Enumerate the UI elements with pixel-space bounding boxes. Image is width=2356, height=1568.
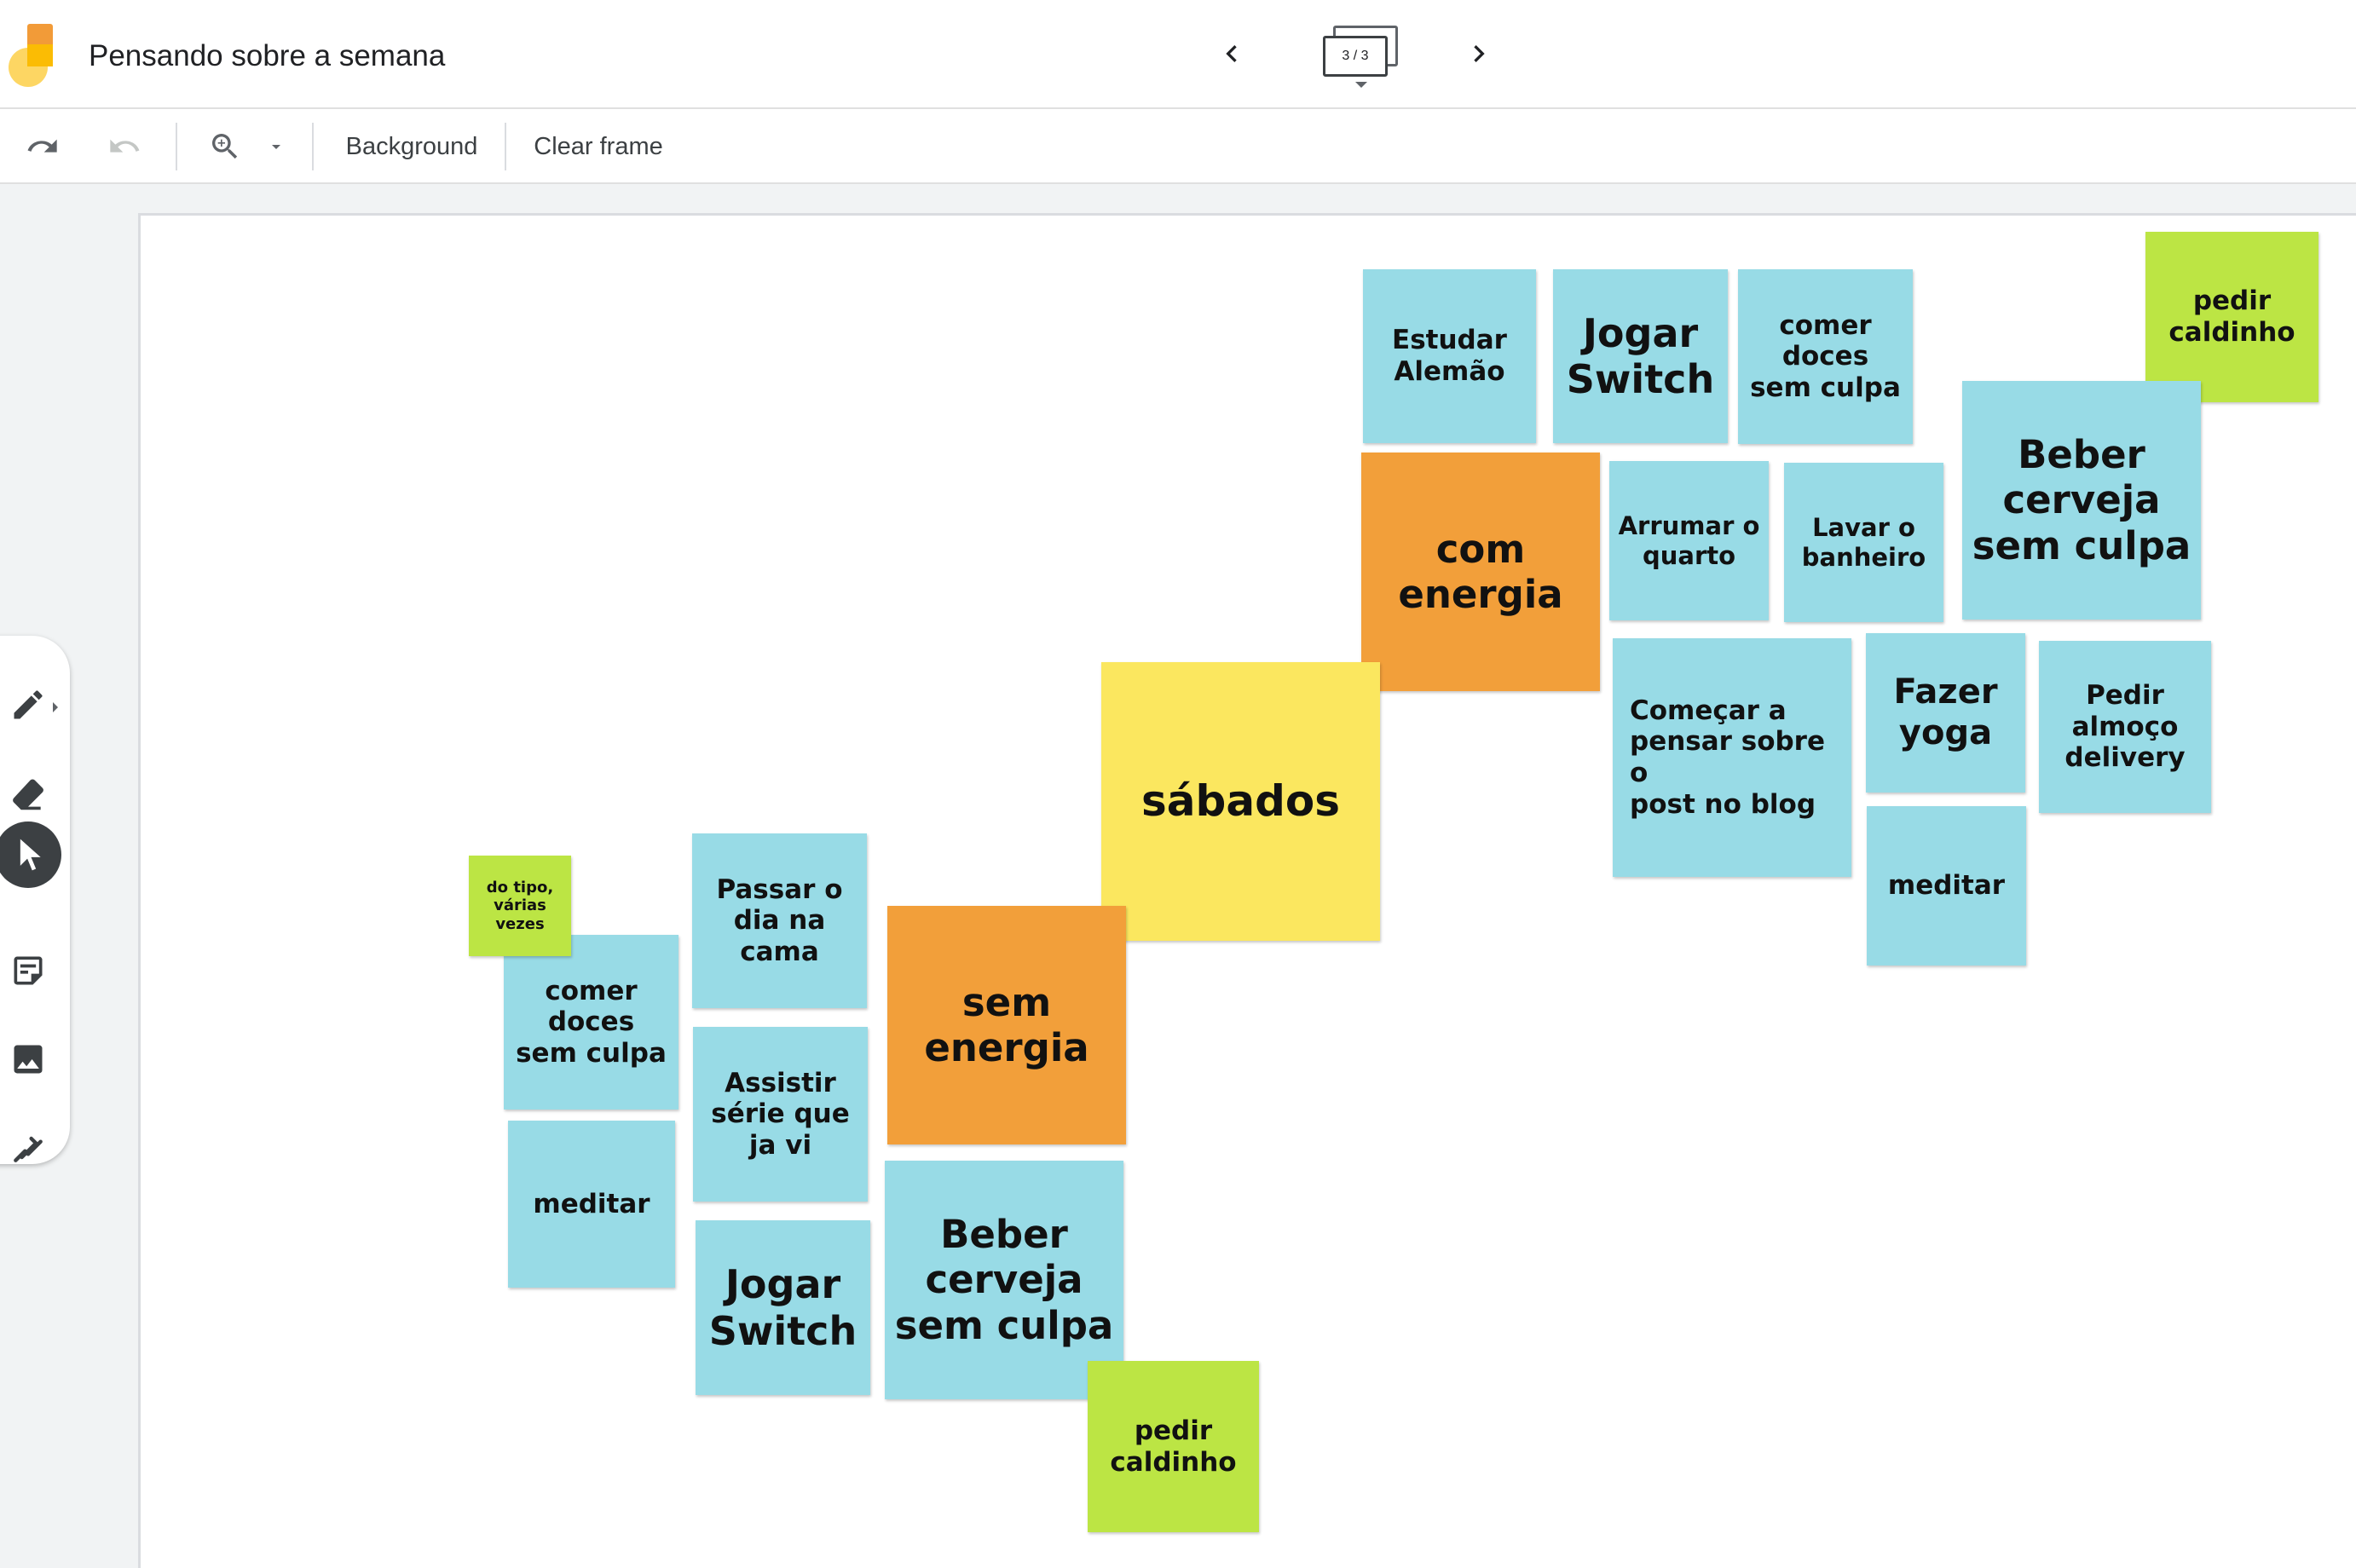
- eraser-icon: [13, 779, 43, 810]
- undo-icon: [27, 139, 57, 153]
- toolbar-divider: [312, 123, 314, 170]
- frame-counter-label: 3 / 3: [1323, 36, 1388, 77]
- sticky-note[interactable]: Assistir série que ja vi: [693, 1027, 868, 1202]
- chevron-right-icon: [1474, 45, 1485, 62]
- select-tool-button[interactable]: [0, 821, 61, 888]
- previous-frame-button[interactable]: [1210, 32, 1253, 75]
- clear-frame-button[interactable]: Clear frame: [527, 124, 670, 169]
- document-title[interactable]: Pensando sobre a semana: [89, 37, 445, 75]
- next-frame-button[interactable]: [1458, 32, 1500, 75]
- submenu-caret-icon: [53, 702, 58, 712]
- undo-button[interactable]: [20, 124, 65, 169]
- select-arrow-icon: [20, 839, 41, 871]
- sticky-note-icon: [14, 956, 43, 985]
- laser-tool-button[interactable]: [0, 1120, 56, 1176]
- zoom-button[interactable]: [201, 124, 249, 169]
- tool-rail: [0, 636, 70, 1164]
- sticky-note[interactable]: meditar: [1867, 806, 2026, 966]
- zoom-in-icon: [212, 134, 238, 159]
- sticky-note[interactable]: Lavar o banheiro: [1784, 463, 1943, 622]
- image-tool-button[interactable]: [0, 1031, 56, 1087]
- sticky-note[interactable]: sem energia: [887, 906, 1126, 1144]
- sticky-note[interactable]: comer doces sem culpa: [504, 935, 679, 1110]
- sticky-note[interactable]: Fazer yoga: [1866, 633, 2025, 793]
- sticky-note[interactable]: meditar: [508, 1121, 675, 1288]
- sticky-note[interactable]: Pedir almoço delivery: [2039, 641, 2211, 813]
- sticky-note[interactable]: Jogar Switch: [696, 1220, 870, 1395]
- pen-icon: [14, 690, 43, 719]
- background-button[interactable]: Background: [334, 124, 489, 169]
- sticky-note[interactable]: Jogar Switch: [1553, 269, 1728, 443]
- title-bar: Pensando sobre a semana 3 / 3: [0, 0, 2356, 109]
- toolbar: Background Clear frame: [0, 109, 2356, 184]
- image-icon: [14, 1045, 43, 1074]
- toolbar-divider: [505, 123, 506, 170]
- sticky-note[interactable]: comer doces sem culpa: [1738, 269, 1913, 444]
- background-button-label: Background: [345, 132, 478, 160]
- sticky-note[interactable]: Arrumar o quarto: [1609, 461, 1769, 620]
- sticky-note[interactable]: pedir caldinho: [1088, 1361, 1259, 1532]
- laser-icon: [14, 1136, 43, 1162]
- chevron-left-icon: [1226, 45, 1237, 62]
- sticky-note[interactable]: Beber cerveja sem culpa: [1962, 381, 2201, 620]
- sticky-note[interactable]: Passar o dia na cama: [692, 833, 867, 1008]
- zoom-dropdown-button[interactable]: [261, 124, 292, 169]
- frame-navigation: 3 / 3: [1210, 17, 1500, 94]
- jamboard-logo: [9, 24, 53, 87]
- sticky-note[interactable]: do tipo, várias vezes: [469, 856, 571, 956]
- sticky-note-tool-button[interactable]: [0, 943, 56, 999]
- toolbar-divider: [176, 123, 177, 170]
- sticky-note[interactable]: com energia: [1361, 453, 1600, 691]
- frame-counter-button[interactable]: 3 / 3: [1321, 26, 1406, 92]
- redo-button[interactable]: [102, 124, 147, 169]
- pen-tool-button[interactable]: [0, 677, 58, 733]
- redo-icon: [110, 139, 140, 153]
- sticky-note[interactable]: sábados: [1101, 662, 1380, 941]
- eraser-tool-button[interactable]: [0, 765, 56, 821]
- sticky-note[interactable]: Começar a pensar sobre o post no blog: [1613, 638, 1851, 877]
- caret-down-icon: [1355, 82, 1367, 88]
- clear-frame-button-label: Clear frame: [534, 132, 663, 160]
- caret-down-icon: [272, 145, 280, 149]
- sticky-note[interactable]: Estudar Alemão: [1363, 269, 1536, 443]
- sticky-note[interactable]: pedir caldinho: [2145, 232, 2318, 402]
